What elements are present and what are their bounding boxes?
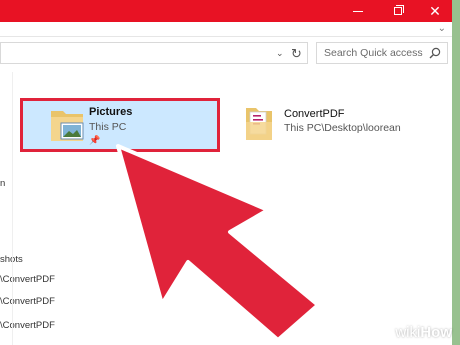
- pointer-arrow-icon: [116, 144, 320, 342]
- watermark-suffix: How: [420, 324, 452, 341]
- watermark-prefix: wiki: [395, 324, 421, 341]
- wikihow-watermark: wikiHow: [395, 324, 452, 341]
